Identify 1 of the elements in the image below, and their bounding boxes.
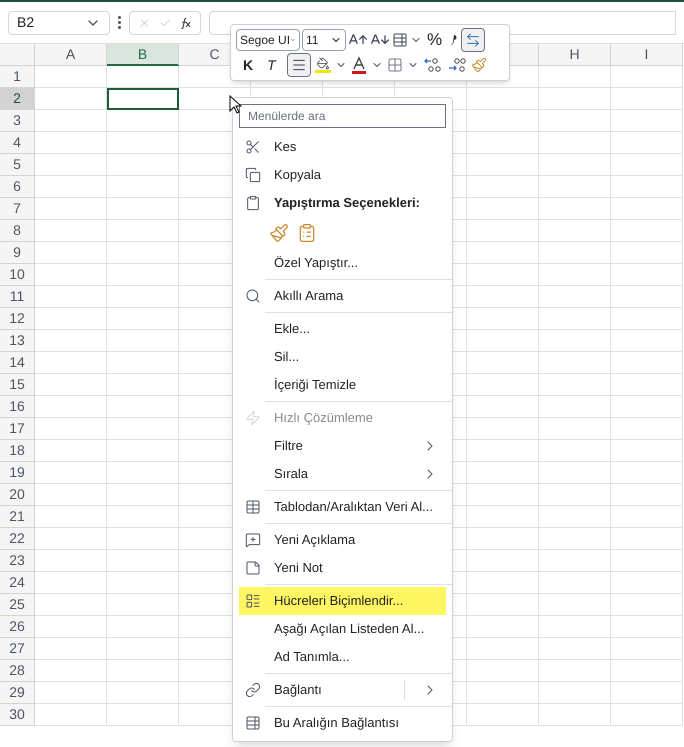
menu-section-title: Yapıştırma Seçenekleri: xyxy=(274,194,420,212)
